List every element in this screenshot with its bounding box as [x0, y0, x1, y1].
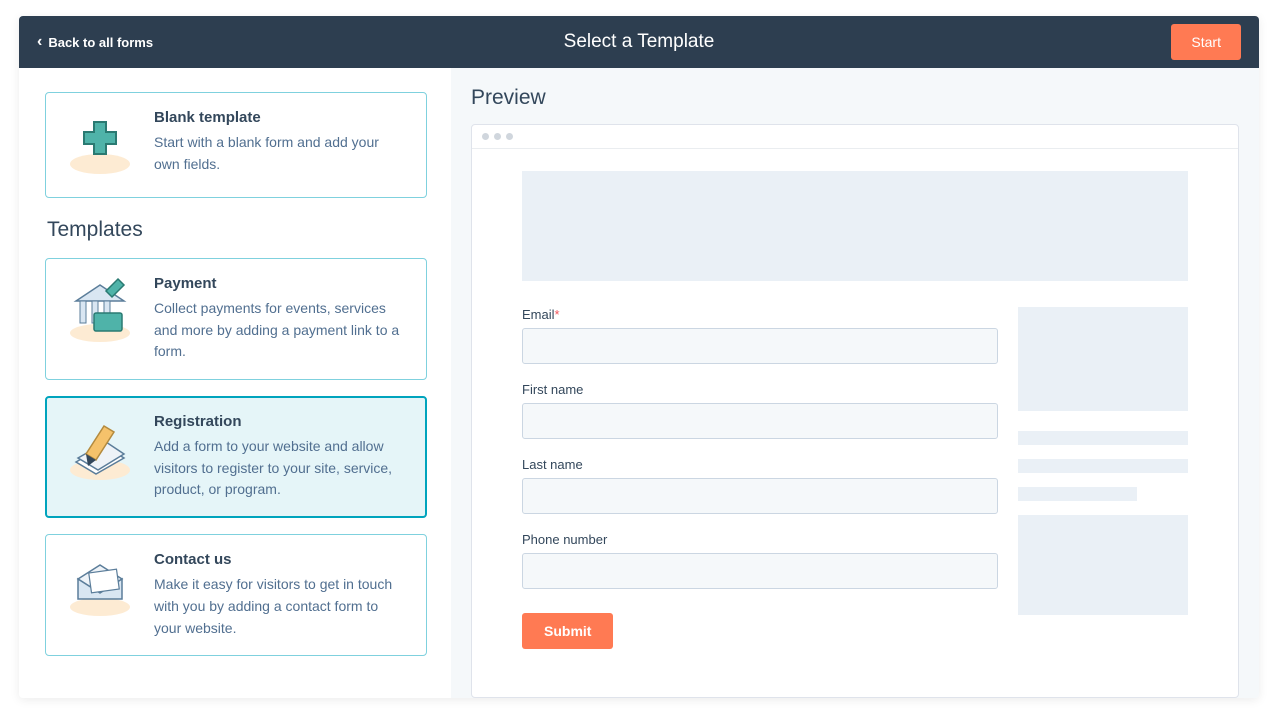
placeholder-block [1018, 307, 1188, 411]
field-label-firstname: First name [522, 382, 998, 397]
card-title: Registration [154, 413, 408, 430]
bank-icon [64, 275, 136, 347]
back-label: Back to all forms [48, 35, 153, 50]
template-card-registration[interactable]: Registration Add a form to your website … [45, 396, 427, 518]
plus-icon [64, 109, 136, 181]
back-to-forms-link[interactable]: ‹ Back to all forms [37, 34, 153, 50]
placeholder-hero [522, 171, 1188, 281]
submit-button[interactable]: Submit [522, 613, 613, 649]
start-button[interactable]: Start [1171, 24, 1241, 60]
field-label-email: Email* [522, 307, 998, 322]
templates-section-title: Templates [47, 218, 427, 242]
card-desc: Add a form to your website and allow vis… [154, 436, 408, 501]
preview-title: Preview [471, 86, 1239, 110]
preview-scroll-area[interactable]: Email* First name Last name Phone number… [472, 149, 1238, 697]
first-name-field[interactable] [522, 403, 998, 439]
field-label-lastname: Last name [522, 457, 998, 472]
template-card-contact-us[interactable]: Contact us Make it easy for visitors to … [45, 534, 427, 656]
template-card-payment[interactable]: Payment Collect payments for events, ser… [45, 258, 427, 380]
card-desc: Make it easy for visitors to get in touc… [154, 574, 408, 639]
card-title: Blank template [154, 109, 408, 126]
preview-form: Email* First name Last name Phone number… [522, 307, 998, 649]
preview-side-placeholders [1018, 307, 1188, 649]
window-controls-icon [472, 125, 1238, 149]
template-card-blank[interactable]: Blank template Start with a blank form a… [45, 92, 427, 198]
last-name-field[interactable] [522, 478, 998, 514]
phone-number-field[interactable] [522, 553, 998, 589]
card-title: Contact us [154, 551, 408, 568]
template-sidebar[interactable]: Blank template Start with a blank form a… [19, 68, 451, 698]
form-pencil-icon [64, 413, 136, 485]
chevron-left-icon: ‹ [37, 34, 42, 50]
card-desc: Start with a blank form and add your own… [154, 132, 408, 175]
card-title: Payment [154, 275, 408, 292]
placeholder-line [1018, 431, 1188, 445]
placeholder-block [1018, 515, 1188, 615]
page-title: Select a Template [564, 31, 715, 53]
field-label-phone: Phone number [522, 532, 998, 547]
preview-window: Email* First name Last name Phone number… [471, 124, 1239, 698]
preview-panel: Preview Email* First name [451, 68, 1259, 698]
envelope-icon [64, 551, 136, 623]
placeholder-line [1018, 459, 1188, 473]
card-desc: Collect payments for events, services an… [154, 298, 408, 363]
required-asterisk: * [555, 307, 560, 322]
top-bar: ‹ Back to all forms Select a Template St… [19, 16, 1259, 68]
email-field[interactable] [522, 328, 998, 364]
placeholder-line [1018, 487, 1137, 501]
